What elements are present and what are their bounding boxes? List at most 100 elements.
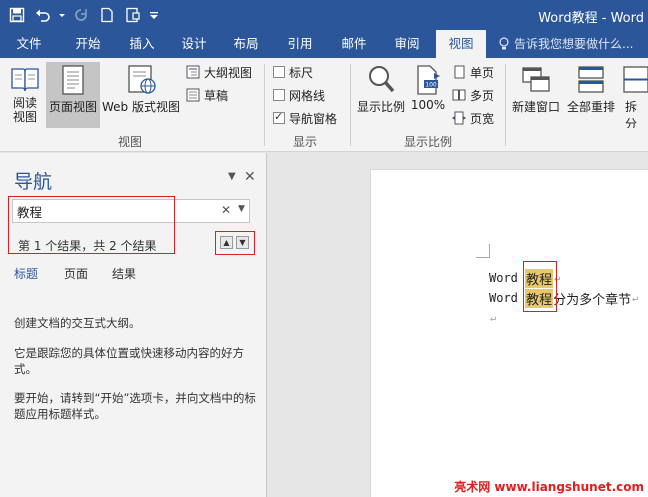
draft-button[interactable]: 草稿 bbox=[186, 85, 228, 105]
tab-home[interactable]: 开始 bbox=[60, 30, 116, 58]
zoom-group-label: 显示比例 bbox=[403, 135, 452, 149]
new-document-button[interactable] bbox=[96, 4, 118, 26]
undo-dropdown[interactable] bbox=[58, 4, 66, 26]
undo-icon bbox=[36, 9, 50, 22]
nav-help-text: 它是跟踪您的具体位置或快速移动内容的好方式。 bbox=[14, 346, 244, 376]
nav-pane-title: 导航 bbox=[14, 171, 53, 193]
annotation-box-search bbox=[8, 196, 175, 254]
read-mode-button[interactable]: 阅读 视图 bbox=[4, 62, 46, 128]
document-page[interactable]: Word 教程 ↵ Word 教程 分为多个章节 ↵ ↵ bbox=[370, 169, 648, 497]
nav-tab-pages[interactable]: 页面 bbox=[64, 265, 88, 282]
nav-tab-results[interactable]: 结果 bbox=[112, 265, 136, 282]
tab-references[interactable]: 引用 bbox=[272, 30, 328, 58]
gridlines-label: 网格线 bbox=[289, 88, 326, 103]
split-label: 拆分 bbox=[625, 100, 638, 128]
arrange-all-button[interactable]: 全部重排 bbox=[563, 62, 619, 128]
navigation-pane: 导航 ▼ ✕ ✕ ▼ 第 1 个结果，共 2 个结果 ▲ ▼ 标题 页面 结果 … bbox=[0, 153, 267, 497]
new-window-button[interactable]: 新建窗口 bbox=[509, 62, 563, 128]
one-page-button[interactable]: 单页 bbox=[452, 62, 494, 82]
document-line[interactable]: Word 教程 分为多个章节 ↵ bbox=[489, 288, 638, 308]
one-page-icon bbox=[454, 65, 465, 79]
group-separator bbox=[505, 64, 506, 146]
draft-icon bbox=[186, 88, 200, 102]
site-watermark: 亮术网 www.liangshunet.com bbox=[454, 480, 644, 494]
magnifier-icon bbox=[369, 66, 395, 93]
tab-file[interactable]: 文件 bbox=[0, 30, 58, 58]
split-icon bbox=[623, 66, 648, 93]
customize-qat-button[interactable] bbox=[148, 4, 160, 26]
ribbon-view: 阅读 视图 页面视图 Web 版式视图 大纲视图 草稿 视图 标尺 网格线 导航… bbox=[0, 58, 648, 152]
redo-icon bbox=[75, 9, 87, 21]
zoom-100-icon: 100 bbox=[417, 65, 440, 95]
outline-button[interactable]: 大纲视图 bbox=[186, 62, 252, 82]
tab-view[interactable]: 视图 bbox=[436, 30, 486, 58]
book-icon bbox=[11, 68, 39, 92]
line-prefix: Word bbox=[489, 291, 526, 305]
zoom-100-button[interactable]: 100 100% bbox=[410, 62, 446, 128]
touch-mode-icon bbox=[126, 7, 140, 23]
arrange-all-icon bbox=[578, 66, 604, 93]
line-prefix: Word bbox=[489, 271, 526, 285]
paragraph-mark-icon: ↵ bbox=[490, 312, 497, 324]
tab-insert[interactable]: 插入 bbox=[114, 30, 170, 58]
save-button[interactable] bbox=[6, 4, 28, 26]
nav-help-text: 要开始，请转到“开始”选项卡，并向文档中的标题应用标题样式。 bbox=[14, 391, 256, 421]
ruler-checkbox[interactable]: 标尺 bbox=[273, 62, 313, 82]
nav-pane-checkbox[interactable]: 导航窗格 bbox=[273, 108, 337, 128]
nav-pane-check[interactable] bbox=[273, 110, 285, 124]
tab-layout[interactable]: 布局 bbox=[218, 30, 274, 58]
page-icon bbox=[62, 65, 84, 95]
new-document-icon bbox=[101, 7, 113, 23]
split-button[interactable]: 拆分 bbox=[621, 62, 648, 128]
tab-mailings[interactable]: 邮件 bbox=[326, 30, 382, 58]
margin-crop-mark bbox=[476, 244, 490, 258]
ruler-check[interactable] bbox=[273, 66, 285, 78]
tab-design[interactable]: 设计 bbox=[166, 30, 222, 58]
print-layout-button[interactable]: 页面视图 bbox=[46, 62, 100, 128]
annotation-box-highlight bbox=[523, 261, 557, 312]
nav-tab-headings[interactable]: 标题 bbox=[14, 265, 38, 282]
zoom-button[interactable]: 显示比例 bbox=[354, 62, 408, 128]
web-layout-label: Web 版式视图 bbox=[102, 100, 180, 114]
multi-page-label: 多页 bbox=[470, 88, 495, 103]
ribbon-tab-row: 文件 开始 插入 设计 布局 引用 邮件 审阅 视图 告诉我您想要做什么... bbox=[0, 30, 648, 58]
ruler-label: 标尺 bbox=[289, 65, 314, 80]
chevron-down-icon[interactable]: ▼ bbox=[238, 204, 245, 214]
read-mode-label-1: 阅读 bbox=[12, 96, 37, 110]
nav-pane-close-button[interactable]: ✕ bbox=[244, 169, 256, 185]
customize-icon bbox=[150, 12, 158, 19]
document-area: Word 教程 ↵ Word 教程 分为多个章节 ↵ ↵ bbox=[268, 153, 648, 497]
window-title: Word教程 - Word bbox=[538, 11, 644, 26]
gridlines-checkbox[interactable]: 网格线 bbox=[273, 85, 325, 105]
clear-search-icon[interactable]: ✕ bbox=[221, 203, 231, 217]
new-window-icon bbox=[522, 67, 550, 92]
outline-icon bbox=[186, 65, 200, 79]
gridlines-check[interactable] bbox=[273, 89, 285, 101]
page-width-icon bbox=[452, 111, 466, 125]
print-layout-label: 页面视图 bbox=[48, 100, 97, 114]
undo-button[interactable] bbox=[32, 4, 54, 26]
title-bar: Word教程 - Word bbox=[0, 0, 648, 30]
annotation-box-arrows bbox=[215, 231, 255, 255]
quick-access-toolbar bbox=[6, 4, 160, 26]
save-icon bbox=[9, 7, 25, 23]
touch-mode-button[interactable] bbox=[122, 4, 144, 26]
nav-pane-options-button[interactable]: ▼ bbox=[228, 171, 236, 182]
lightbulb-icon bbox=[499, 37, 509, 50]
web-layout-button[interactable]: Web 版式视图 bbox=[100, 62, 182, 128]
nav-help-text: 创建文档的交互式大纲。 bbox=[14, 316, 141, 330]
one-page-label: 单页 bbox=[470, 65, 495, 80]
outline-label: 大纲视图 bbox=[204, 65, 253, 80]
group-separator bbox=[350, 64, 351, 146]
tab-review[interactable]: 审阅 bbox=[380, 30, 434, 58]
page-width-button[interactable]: 页宽 bbox=[452, 108, 494, 128]
svg-text:100: 100 bbox=[425, 82, 437, 89]
redo-button[interactable] bbox=[70, 4, 92, 26]
zoom-100-label: 100% bbox=[410, 98, 446, 112]
arrange-all-label: 全部重排 bbox=[566, 100, 615, 114]
tell-me-search[interactable]: 告诉我您想要做什么... bbox=[498, 30, 633, 58]
multi-page-button[interactable]: 多页 bbox=[452, 85, 494, 105]
document-line[interactable]: ↵ bbox=[489, 308, 496, 328]
multi-page-icon bbox=[452, 89, 466, 101]
web-page-icon bbox=[128, 65, 156, 94]
